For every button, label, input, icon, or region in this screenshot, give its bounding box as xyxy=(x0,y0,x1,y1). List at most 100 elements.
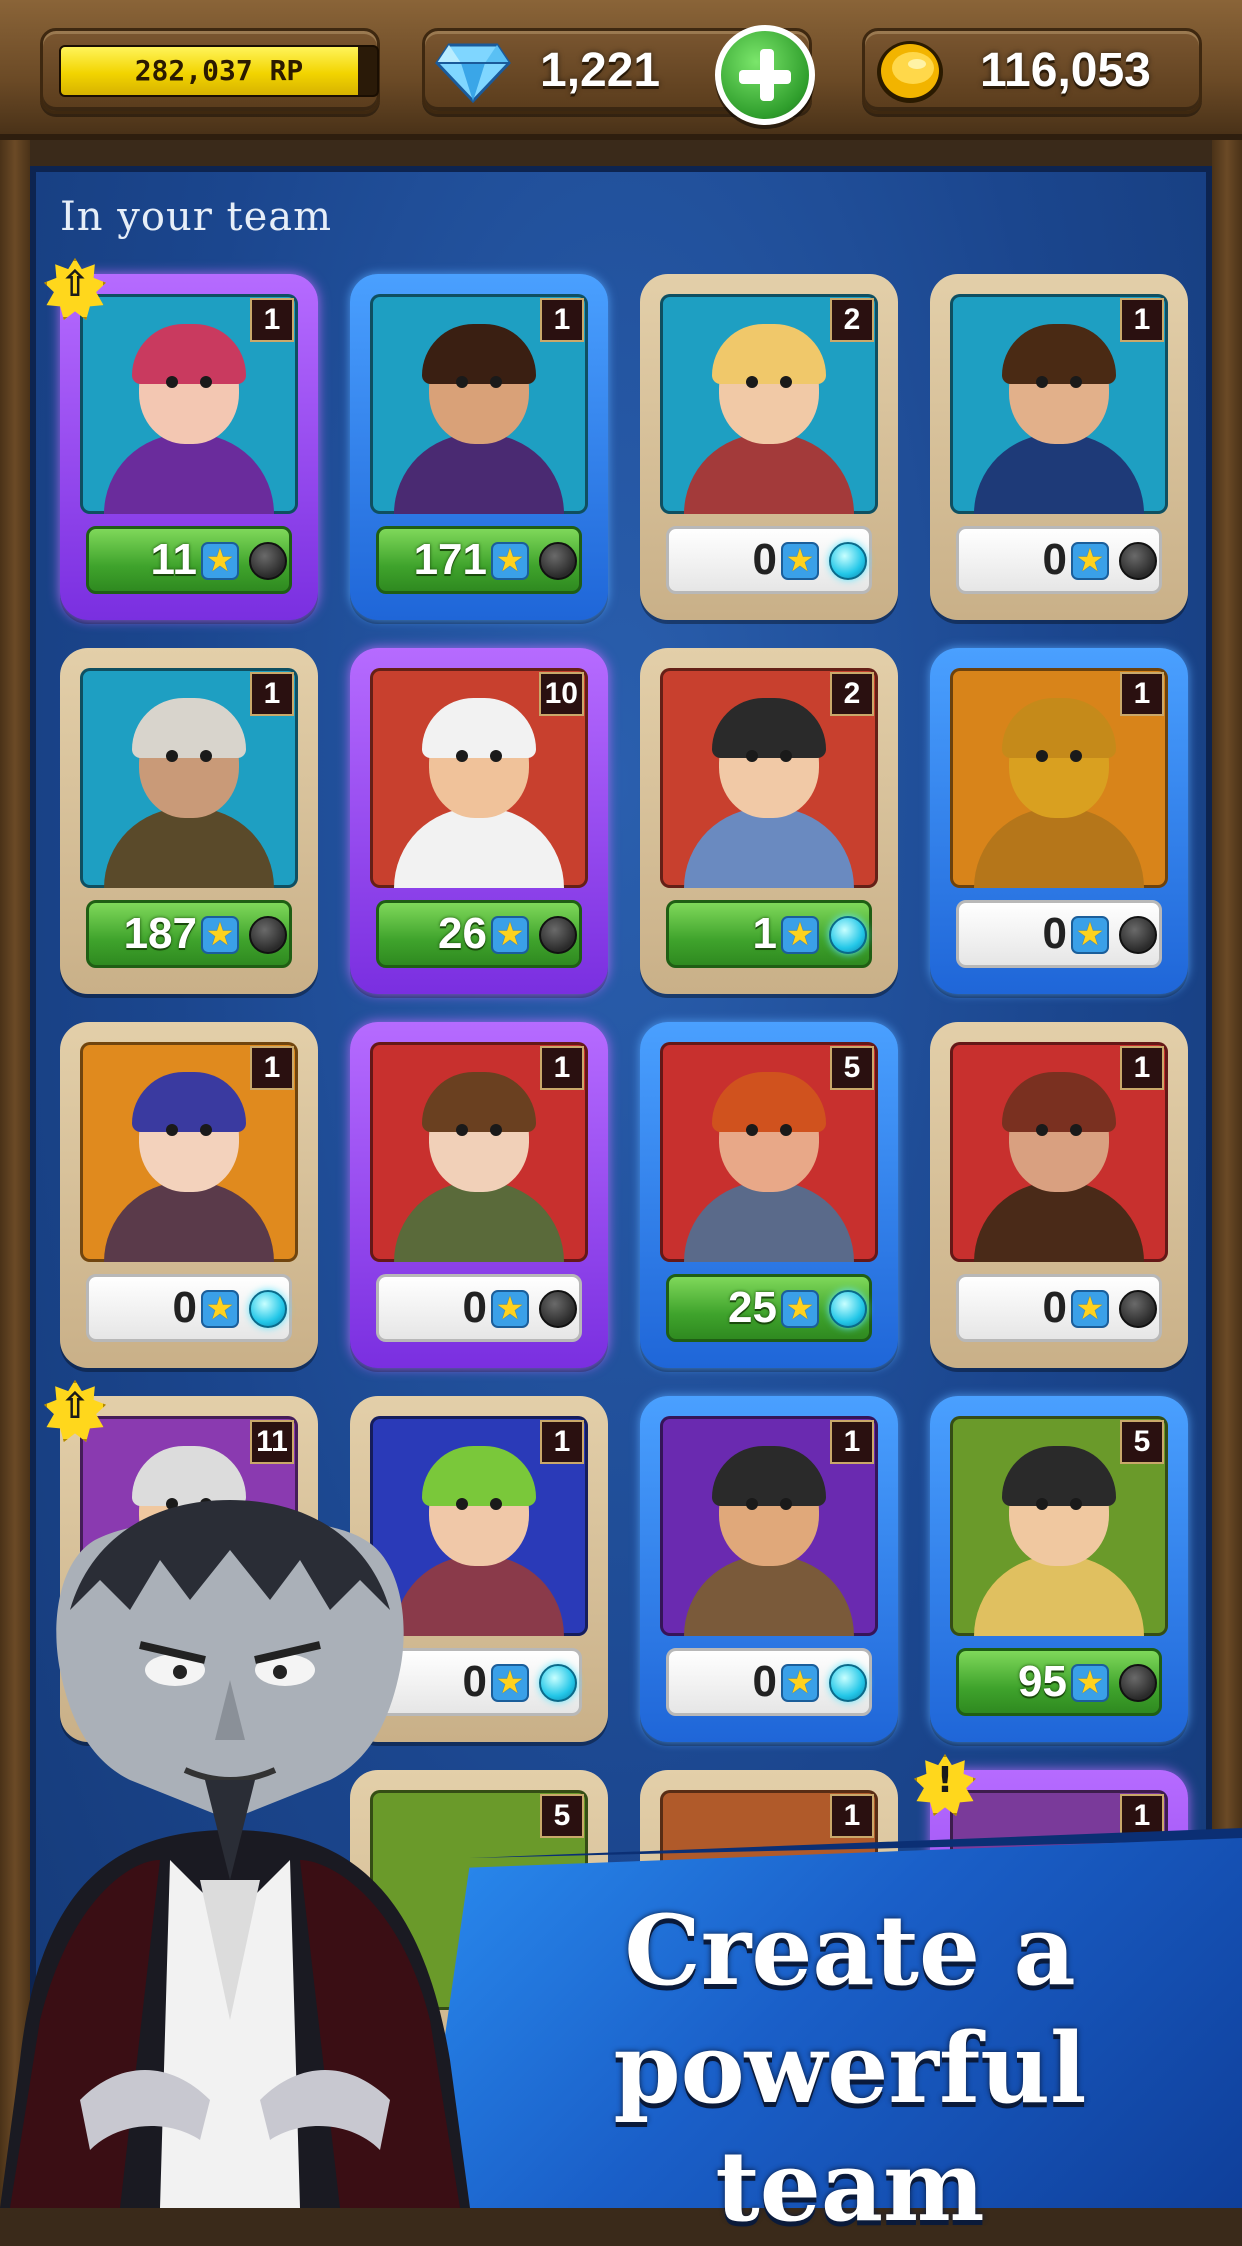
card-count: 11 xyxy=(150,535,197,584)
character-eye xyxy=(166,376,178,388)
card-count-bar: 95 ★ xyxy=(956,1648,1162,1716)
card-count-bar: 0 ★ xyxy=(956,900,1162,968)
character-eye xyxy=(1036,1124,1048,1136)
character-eye xyxy=(166,1124,178,1136)
character-eye xyxy=(1036,750,1048,762)
up-arrow-icon: ⇧ xyxy=(59,264,91,305)
orb-icon xyxy=(1119,1664,1157,1702)
character-body xyxy=(684,1556,854,1636)
character-eye xyxy=(166,750,178,762)
star-icon: ★ xyxy=(491,915,529,954)
star-icon: ★ xyxy=(201,541,239,580)
rank-points-value: 282,037 RP xyxy=(134,54,304,87)
team-card[interactable]: 2 0 ★ xyxy=(640,274,898,620)
team-card[interactable]: 1 11 ★ xyxy=(60,274,318,620)
team-card[interactable]: 1 0 ★ xyxy=(60,1022,318,1368)
card-level-badge: 10 xyxy=(538,672,584,716)
team-card[interactable]: 10 26 ★ xyxy=(350,648,608,994)
card-count: 171 xyxy=(413,535,487,584)
section-title: In your team xyxy=(60,194,333,240)
orb-icon xyxy=(249,542,287,580)
orb-icon xyxy=(539,1664,577,1702)
gold-value: 116,053 xyxy=(980,44,1151,97)
up-arrow-icon: ⇧ xyxy=(59,1386,91,1427)
orb-icon xyxy=(1119,542,1157,580)
star-icon: ★ xyxy=(491,541,529,580)
alert-icon[interactable]: ! xyxy=(914,1754,976,1816)
card-level-badge: 2 xyxy=(830,298,874,342)
character-hair xyxy=(132,324,246,384)
character-eye xyxy=(746,376,758,388)
character-eye xyxy=(490,1124,502,1136)
star-icon: ★ xyxy=(201,915,239,954)
card-level-badge: 1 xyxy=(540,1420,584,1464)
team-card[interactable]: 1 0 ★ xyxy=(350,1022,608,1368)
card-level-badge: 1 xyxy=(1120,672,1164,716)
card-count: 95 xyxy=(1018,1657,1067,1706)
team-card[interactable]: 5 95 ★ xyxy=(930,1396,1188,1742)
card-level-badge: 5 xyxy=(540,1794,584,1838)
character-eye xyxy=(746,750,758,762)
card-level-badge: 5 xyxy=(1120,1420,1164,1464)
character-eye xyxy=(490,1498,502,1510)
top-resource-bar: 282,037 RP 1,221 116,053 xyxy=(0,0,1242,140)
star-icon: ★ xyxy=(1071,1663,1109,1702)
card-count-bar: 0 ★ xyxy=(86,1274,292,1342)
orb-icon xyxy=(829,1664,867,1702)
character-body xyxy=(974,1556,1144,1636)
orb-icon xyxy=(1119,916,1157,954)
card-count: 0 xyxy=(752,1657,777,1706)
card-level-badge: 1 xyxy=(250,672,294,716)
star-icon: ★ xyxy=(781,915,819,954)
team-card[interactable]: 1 171 ★ xyxy=(350,274,608,620)
character-hair xyxy=(422,324,536,384)
team-card[interactable]: 1 0 ★ xyxy=(930,648,1188,994)
character-hair xyxy=(422,1072,536,1132)
orb-icon xyxy=(539,916,577,954)
character-eye xyxy=(456,376,468,388)
character-eye xyxy=(1070,1498,1082,1510)
upgrade-arrow-icon[interactable]: ⇧ xyxy=(44,258,106,320)
character-hair xyxy=(712,1072,826,1132)
character-hair xyxy=(132,1446,246,1506)
upgrade-arrow-icon[interactable]: ⇧ xyxy=(44,1380,106,1442)
team-card[interactable]: 1 0 ★ xyxy=(930,274,1188,620)
orb-icon xyxy=(829,916,867,954)
star-icon: ★ xyxy=(781,541,819,580)
star-icon: ★ xyxy=(781,1663,819,1702)
character-hair xyxy=(1002,1072,1116,1132)
buy-gems-button[interactable] xyxy=(715,25,815,125)
card-level-badge: 1 xyxy=(830,1420,874,1464)
character-hair xyxy=(712,324,826,384)
team-card[interactable]: 1 0 ★ xyxy=(930,1022,1188,1368)
orb-icon xyxy=(249,916,287,954)
card-count: 187 xyxy=(123,909,197,958)
card-count-bar: 0 ★ xyxy=(956,1274,1162,1342)
card-count: 0 xyxy=(172,1283,197,1332)
team-card[interactable]: 1 187 ★ xyxy=(60,648,318,994)
card-count-bar: 0 ★ xyxy=(956,526,1162,594)
character-hair xyxy=(1002,324,1116,384)
character-eye xyxy=(490,376,502,388)
diamond-icon xyxy=(435,43,511,104)
character-eye xyxy=(456,1124,468,1136)
rank-points-panel: 282,037 RP xyxy=(40,28,380,114)
star-icon: ★ xyxy=(781,1289,819,1328)
card-level-badge: 1 xyxy=(1120,298,1164,342)
team-card[interactable]: 2 1 ★ xyxy=(640,648,898,994)
character-eye xyxy=(780,376,792,388)
card-count-bar: 1 ★ xyxy=(666,900,872,968)
card-count-bar: 11 ★ xyxy=(86,526,292,594)
orb-icon xyxy=(539,1290,577,1328)
card-count: 25 xyxy=(728,1283,777,1332)
character-hair xyxy=(422,1446,536,1506)
character-body xyxy=(684,434,854,514)
card-level-badge: 1 xyxy=(250,298,294,342)
card-count: 0 xyxy=(1042,1283,1067,1332)
card-count: 0 xyxy=(462,1283,487,1332)
team-card[interactable]: 1 0 ★ xyxy=(640,1396,898,1742)
star-icon: ★ xyxy=(491,1289,529,1328)
gold-coin-icon xyxy=(877,41,943,103)
team-card[interactable]: 5 25 ★ xyxy=(640,1022,898,1368)
card-count-bar: 0 ★ xyxy=(666,526,872,594)
